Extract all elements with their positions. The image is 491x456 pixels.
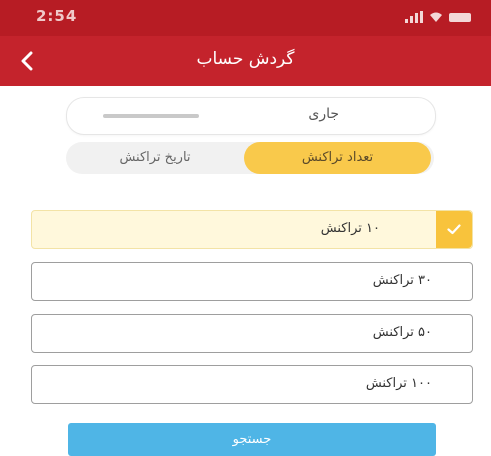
signal-icon (405, 11, 423, 23)
account-number-masked (103, 114, 199, 118)
tab-transaction-count[interactable]: تعداد تراکنش (244, 142, 431, 174)
option-10-transactions[interactable]: ۱۰ تراکنش (31, 210, 473, 249)
status-bar: 2:54 (0, 0, 491, 36)
check-icon (447, 224, 461, 235)
option-label: ۱۰ تراکنش (320, 221, 380, 236)
page-title: گردش حساب (196, 49, 295, 69)
account-type-label: جاری (308, 106, 339, 122)
status-time: 2:54 (36, 7, 78, 25)
status-icons (405, 11, 471, 23)
checkbox-checked[interactable] (436, 211, 472, 248)
filter-tabs: تعداد تراکنش تاریخ تراکنش (66, 142, 434, 174)
option-label: ۳۰ تراکنش (372, 273, 432, 288)
tab-transaction-date[interactable]: تاریخ تراکنش (66, 142, 244, 174)
option-30-transactions[interactable]: ۳۰ تراکنش (31, 262, 473, 301)
account-selector[interactable]: جاری (66, 97, 436, 135)
app-screen: 2:54 گردش حساب جاری تعداد تراکنش تاریخ ت… (0, 0, 491, 456)
option-label: ۵۰ تراکنش (372, 325, 432, 340)
wifi-icon (430, 12, 442, 22)
option-100-transactions[interactable]: ۱۰۰ تراکنش (31, 365, 473, 404)
option-50-transactions[interactable]: ۵۰ تراکنش (31, 314, 473, 353)
search-button[interactable]: جستجو (68, 423, 436, 456)
option-label: ۱۰۰ تراکنش (365, 376, 432, 391)
app-header: گردش حساب (0, 36, 491, 86)
battery-icon (449, 13, 471, 22)
